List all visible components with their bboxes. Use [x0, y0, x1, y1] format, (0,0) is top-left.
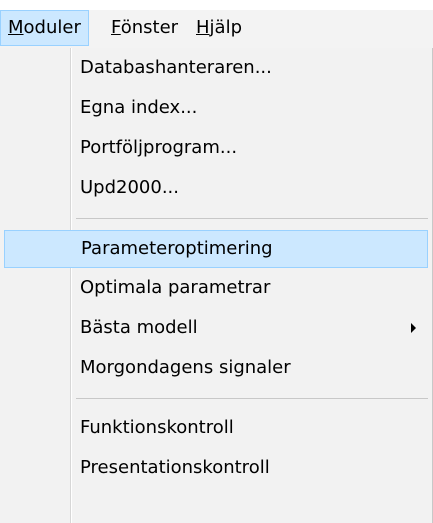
menu-item-label: Funktionskontroll: [80, 417, 234, 438]
window-top-strip: [0, 0, 433, 10]
menu-fonster-label: Fönster: [111, 17, 179, 38]
menu-item-label: Parameteroptimering: [81, 238, 273, 259]
menu-item-label: Optimala parametrar: [80, 277, 271, 298]
menu-item-optimala-parametrar[interactable]: Optimala parametrar: [4, 270, 428, 308]
menu-separator: [76, 398, 428, 399]
menu-item-presentationskontroll[interactable]: Presentationskontroll: [4, 450, 428, 488]
menu-item-label: Morgondagens signaler: [80, 357, 291, 378]
menu-item-portfoljprogram[interactable]: Portföljprogram...: [4, 130, 428, 168]
menu-item-label: Presentationskontroll: [80, 457, 270, 478]
menu-moduler[interactable]: Moduler: [0, 10, 89, 46]
menu-item-upd2000[interactable]: Upd2000...: [4, 170, 428, 208]
menu-item-label: Upd2000...: [80, 177, 179, 198]
menu-item-parameteroptimering[interactable]: Parameteroptimering: [4, 230, 428, 268]
menu-item-label: Bästa modell: [80, 317, 198, 338]
menu-item-databashanteraren[interactable]: Databashanteraren...: [4, 50, 428, 88]
menu-moduler-label: Moduler: [8, 17, 81, 38]
menu-item-egna-index[interactable]: Egna index...: [4, 90, 428, 128]
menu-hjalp-label: Hjälp: [196, 17, 243, 38]
menu-item-label: Portföljprogram...: [80, 137, 238, 158]
menu-separator: [76, 218, 428, 219]
moduler-dropdown-menu: Databashanteraren... Egna index... Portf…: [0, 48, 433, 523]
menu-item-funktionskontroll[interactable]: Funktionskontroll: [4, 410, 428, 448]
menu-item-morgondagens-signaler[interactable]: Morgondagens signaler: [4, 350, 428, 388]
menu-hjalp[interactable]: Hjälp: [189, 10, 249, 46]
menu-fonster[interactable]: Fönster: [104, 10, 185, 46]
menu-item-basta-modell[interactable]: Bästa modell: [4, 310, 428, 348]
menu-bar: Moduler Fönster Hjälp: [0, 10, 433, 48]
submenu-arrow-icon: [411, 323, 416, 333]
menu-item-label: Databashanteraren...: [80, 57, 272, 78]
menu-item-label: Egna index...: [80, 97, 198, 118]
